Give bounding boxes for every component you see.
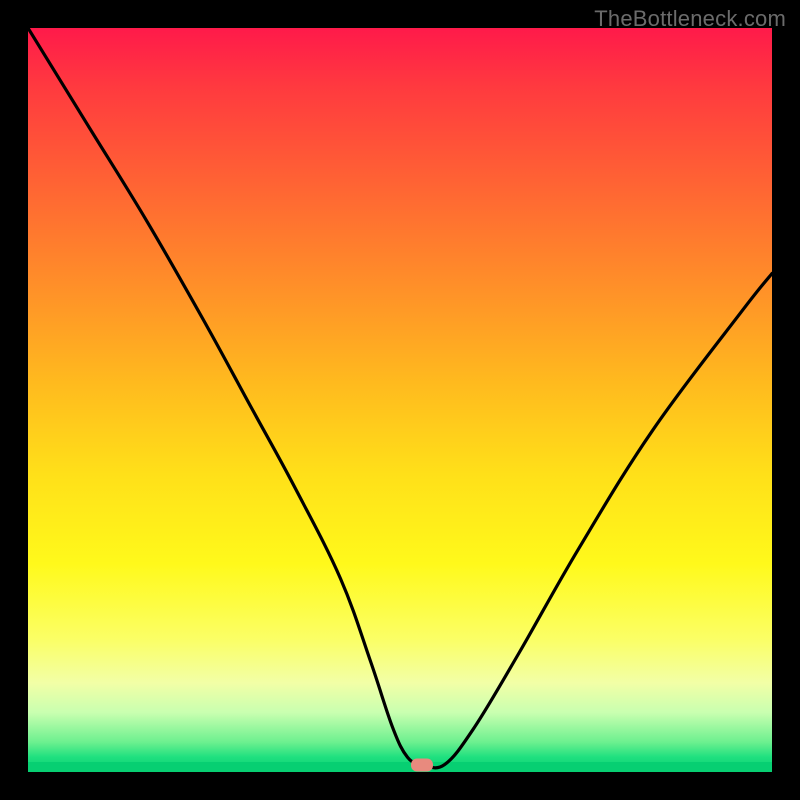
- optimal-marker: [411, 758, 433, 771]
- chart-frame: TheBottleneck.com: [0, 0, 800, 800]
- bottleneck-curve: [28, 28, 772, 768]
- watermark-text: TheBottleneck.com: [594, 6, 786, 32]
- plot-area: [28, 28, 772, 772]
- curve-svg-layer: [28, 28, 772, 772]
